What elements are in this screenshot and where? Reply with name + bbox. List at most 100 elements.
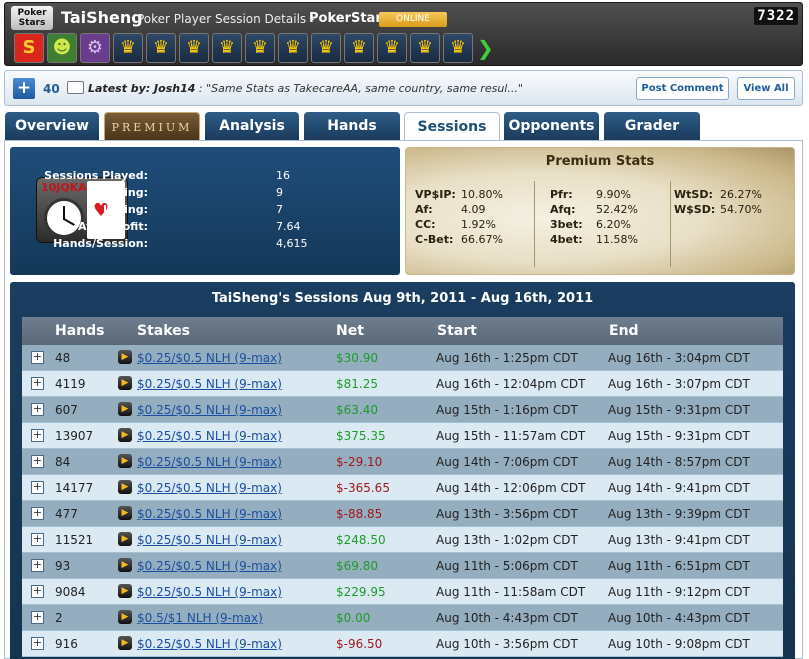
- expand-icon[interactable]: +: [31, 585, 44, 598]
- sessions-table: +48 ▶ $0.25/$0.5 NLH (9-max) $30.90 Aug 16th…: [22, 345, 783, 657]
- play-icon[interactable]: ▶: [118, 402, 132, 416]
- stakes-link[interactable]: $0.25/$0.5 NLH (9-max): [137, 637, 282, 651]
- play-icon[interactable]: ▶: [118, 584, 132, 598]
- col-start[interactable]: Start: [437, 323, 477, 339]
- play-icon[interactable]: ▶: [118, 610, 132, 624]
- play-icon[interactable]: ▶: [118, 506, 132, 520]
- robot-icon[interactable]: ⚙: [80, 33, 110, 63]
- play-icon[interactable]: ▶: [118, 350, 132, 364]
- stakes-link[interactable]: $0.25/$0.5 NLH (9-max): [137, 351, 282, 365]
- crown-icon[interactable]: ♛: [344, 33, 374, 63]
- start-cell: Aug 15th - 11:57am CDT: [436, 429, 586, 443]
- crown-icon[interactable]: ♛: [311, 33, 341, 63]
- expand-icon[interactable]: +: [31, 533, 44, 546]
- post-comment-button[interactable]: Post Comment: [636, 77, 729, 100]
- crown-icon[interactable]: ♛: [410, 33, 440, 63]
- table-row[interactable]: +916 ▶ $0.25/$0.5 NLH (9-max) $-96.50 Aug 10…: [22, 631, 783, 657]
- table-row[interactable]: +607 ▶ $0.25/$0.5 NLH (9-max) $63.40 Aug 15t…: [22, 397, 783, 423]
- end-cell: Aug 13th - 9:41pm CDT: [608, 533, 750, 547]
- player-score: 7322: [754, 7, 798, 25]
- expand-icon[interactable]: +: [31, 377, 44, 390]
- tab-premium[interactable]: PREMIUM: [104, 112, 200, 141]
- col-hands[interactable]: Hands: [55, 323, 105, 339]
- tab-analysis[interactable]: Analysis: [205, 112, 299, 141]
- play-icon[interactable]: ▶: [118, 636, 132, 650]
- play-icon[interactable]: ▶: [118, 480, 132, 494]
- s-badge-icon[interactable]: S: [14, 33, 44, 63]
- stakes-link[interactable]: $0.25/$0.5 NLH (9-max): [137, 481, 282, 495]
- table-row[interactable]: +48 ▶ $0.25/$0.5 NLH (9-max) $30.90 Aug 16th…: [22, 345, 783, 371]
- net-cell: $375.35: [336, 429, 386, 443]
- crown-icon[interactable]: ♛: [179, 33, 209, 63]
- tab-overview[interactable]: Overview: [5, 112, 99, 141]
- profile-header: Poker Stars TaiSheng Poker Player Sessio…: [4, 2, 803, 66]
- play-icon[interactable]: ▶: [118, 558, 132, 572]
- end-cell: Aug 15th - 9:31pm CDT: [608, 403, 750, 417]
- add-comment-button[interactable]: +: [13, 78, 35, 99]
- crown-icon[interactable]: ♛: [146, 33, 176, 63]
- expand-icon[interactable]: +: [31, 637, 44, 650]
- tab-sessions[interactable]: Sessions: [404, 112, 500, 142]
- comment-bar: + 40 Latest by: Josh14 : "Same Stats as …: [4, 70, 803, 106]
- stakes-link[interactable]: $0.25/$0.5 NLH (9-max): [137, 507, 282, 521]
- hands-cell: 13907: [55, 429, 94, 443]
- table-row[interactable]: +11521 ▶ $0.25/$0.5 NLH (9-max) $248.50 Aug …: [22, 527, 783, 553]
- table-row[interactable]: +477 ▶ $0.25/$0.5 NLH (9-max) $-88.85 Aug 13…: [22, 501, 783, 527]
- expand-icon[interactable]: +: [31, 507, 44, 520]
- col-stakes[interactable]: Stakes: [137, 323, 190, 339]
- tab-opponents[interactable]: Opponents: [504, 112, 599, 141]
- stakes-link[interactable]: $0.25/$0.5 NLH (9-max): [137, 403, 282, 417]
- view-all-button[interactable]: View All: [737, 77, 795, 100]
- tab-hands[interactable]: Hands: [304, 112, 400, 141]
- expand-icon[interactable]: +: [31, 429, 44, 442]
- table-row[interactable]: +93 ▶ $0.25/$0.5 NLH (9-max) $69.80 Aug 11th…: [22, 553, 783, 579]
- net-cell: $69.80: [336, 559, 378, 573]
- monster-icon[interactable]: ☻: [47, 33, 77, 63]
- player-name: TaiSheng: [61, 8, 143, 27]
- tab-grader[interactable]: Grader: [604, 112, 700, 141]
- premium-stat-label: Af:: [415, 203, 433, 216]
- col-net[interactable]: Net: [336, 323, 364, 339]
- comment-count: 40: [43, 82, 60, 96]
- start-cell: Aug 14th - 12:06pm CDT: [436, 481, 586, 495]
- chevron-right-icon[interactable]: ❯: [477, 36, 494, 60]
- play-icon[interactable]: ▶: [118, 454, 132, 468]
- expand-icon[interactable]: +: [31, 481, 44, 494]
- crown-icon[interactable]: ♛: [377, 33, 407, 63]
- table-row[interactable]: +14177 ▶ $0.25/$0.5 NLH (9-max) $-365.65 Aug…: [22, 475, 783, 501]
- col-end[interactable]: End: [609, 323, 639, 339]
- end-cell: Aug 15th - 9:31pm CDT: [608, 429, 750, 443]
- net-cell: $248.50: [336, 533, 386, 547]
- stakes-link[interactable]: $0.25/$0.5 NLH (9-max): [137, 559, 282, 573]
- latest-comment-author: Latest by: Josh14: [88, 82, 196, 95]
- expand-icon[interactable]: +: [31, 403, 44, 416]
- crown-icon[interactable]: ♛: [212, 33, 242, 63]
- premium-stat-value: 4.09: [461, 203, 486, 216]
- expand-icon[interactable]: +: [31, 351, 44, 364]
- stakes-link[interactable]: $0.25/$0.5 NLH (9-max): [137, 585, 282, 599]
- stakes-link[interactable]: $0.25/$0.5 NLH (9-max): [137, 429, 282, 443]
- stakes-link[interactable]: $0.25/$0.5 NLH (9-max): [137, 377, 282, 391]
- expand-icon[interactable]: +: [31, 559, 44, 572]
- table-row[interactable]: +84 ▶ $0.25/$0.5 NLH (9-max) $-29.10 Aug 14t…: [22, 449, 783, 475]
- play-icon[interactable]: ▶: [118, 428, 132, 442]
- crown-icon[interactable]: ♛: [245, 33, 275, 63]
- end-cell: Aug 13th - 9:39pm CDT: [608, 507, 750, 521]
- crown-icon[interactable]: ♛: [278, 33, 308, 63]
- crown-icon[interactable]: ♛: [113, 33, 143, 63]
- net-cell: $-29.10: [336, 455, 383, 469]
- stakes-link[interactable]: $0.5/$1 NLH (9-max): [137, 611, 263, 625]
- table-row[interactable]: +9084 ▶ $0.25/$0.5 NLH (9-max) $229.95 Aug 1…: [22, 579, 783, 605]
- expand-icon[interactable]: +: [31, 611, 44, 624]
- expand-icon[interactable]: +: [31, 455, 44, 468]
- play-icon[interactable]: ▶: [118, 376, 132, 390]
- hands-cell: 14177: [55, 481, 94, 495]
- table-row[interactable]: +4119 ▶ $0.25/$0.5 NLH (9-max) $81.25 Aug 16…: [22, 371, 783, 397]
- stakes-link[interactable]: $0.25/$0.5 NLH (9-max): [137, 455, 282, 469]
- stakes-link[interactable]: $0.25/$0.5 NLH (9-max): [137, 533, 282, 547]
- table-row[interactable]: +13907 ▶ $0.25/$0.5 NLH (9-max) $375.35 Aug …: [22, 423, 783, 449]
- site-name: PokerStars: [309, 11, 390, 26]
- play-icon[interactable]: ▶: [118, 532, 132, 546]
- table-row[interactable]: +2 ▶ $0.5/$1 NLH (9-max) $0.00 Aug 10th - 4:…: [22, 605, 783, 631]
- crown-icon[interactable]: ♛: [443, 33, 473, 63]
